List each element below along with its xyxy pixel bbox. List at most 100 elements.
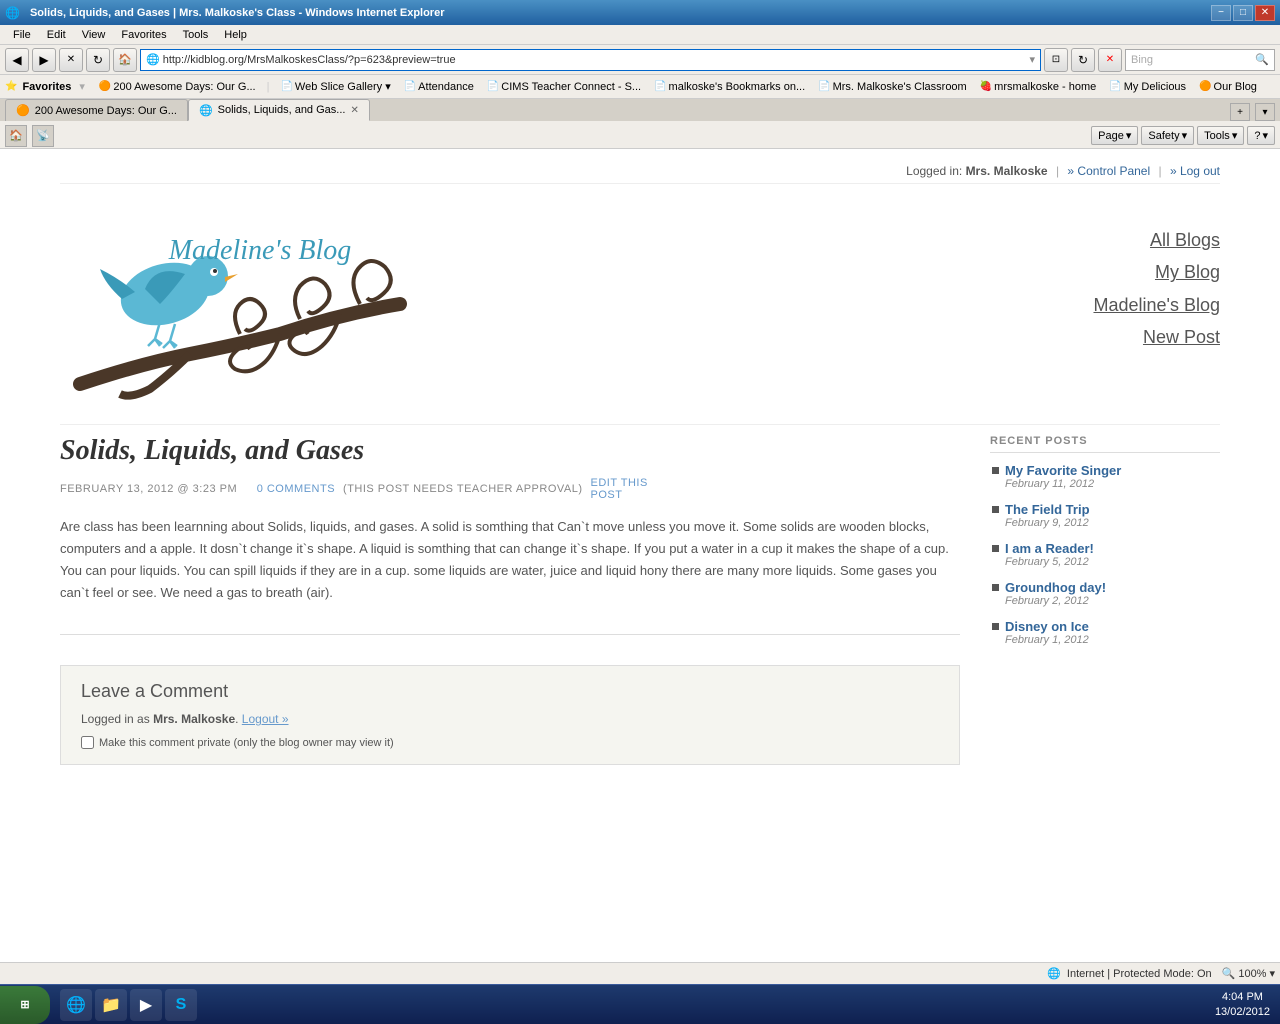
fav-web-slice[interactable]: 📄 Web Slice Gallery ▾ <box>276 77 394 97</box>
recent-post-date-1: February 9, 2012 <box>1005 517 1220 529</box>
minimize-button[interactable]: − <box>1211 5 1231 21</box>
tools-button[interactable]: Tools ▾ <box>1197 126 1244 145</box>
post-date: FEBRUARY 13, 2012 @ 3:23 PM <box>60 483 237 495</box>
recent-post-4: Disney on Ice February 1, 2012 <box>990 619 1220 646</box>
menu-help[interactable]: Help <box>216 25 255 44</box>
edit-post-link[interactable]: EDIT THISPOST <box>591 477 648 501</box>
address-dropdown-icon[interactable]: ▾ <box>1029 53 1035 66</box>
fav-bookmarks[interactable]: 📄 malkoske's Bookmarks on... <box>650 77 809 97</box>
page-button[interactable]: Page ▾ <box>1091 126 1138 145</box>
fav-awesome-days[interactable]: 🟠 200 Awesome Days: Our G... <box>95 77 260 97</box>
new-tab-button[interactable]: + <box>1230 103 1250 121</box>
taskbar: ⊞ 🌐 📁 ▶ S 4:04 PM 13/02/2012 <box>0 984 1280 1024</box>
search-bar[interactable]: Bing 🔍 <box>1125 49 1275 71</box>
safety-button[interactable]: Safety ▾ <box>1141 126 1194 145</box>
logged-in-username: Mrs. Malkoske <box>966 164 1048 178</box>
browser-window: 🌐 Solids, Liquids, and Gases | Mrs. Malk… <box>0 0 1280 984</box>
recent-post-link-0[interactable]: My Favorite Singer <box>1005 463 1220 478</box>
search-text: Bing <box>1131 54 1153 66</box>
recent-post-link-3[interactable]: Groundhog day! <box>1005 580 1220 595</box>
control-panel-link[interactable]: » Control Panel <box>1067 164 1150 178</box>
recent-post-link-1[interactable]: The Field Trip <box>1005 502 1220 517</box>
log-out-link[interactable]: » Log out <box>1170 164 1220 178</box>
comments-link[interactable]: 0 COMMENTS <box>257 483 335 495</box>
tab-label: 200 Awesome Days: Our G... <box>35 105 177 117</box>
comment-username: Mrs. Malkoske <box>153 712 235 726</box>
fav-my-delicious[interactable]: 📄 My Delicious <box>1105 77 1190 97</box>
refresh-button[interactable]: ↻ <box>86 48 110 72</box>
comment-section-title: Leave a Comment <box>81 681 939 702</box>
title-controls: − □ ✕ <box>1211 5 1275 21</box>
zoom-control[interactable]: 🔍 100% ▾ <box>1222 967 1275 980</box>
address-text: http://kidblog.org/MrsMalkoskesClass/?p=… <box>163 54 1025 66</box>
tab-icon: 🟠 <box>16 104 30 117</box>
nav-madelines-blog[interactable]: Madeline's Blog <box>1093 289 1220 321</box>
close-button[interactable]: ✕ <box>1255 5 1275 21</box>
comment-private-option: Make this comment private (only the blog… <box>81 736 939 749</box>
logout-link[interactable]: Logout » <box>242 712 289 726</box>
menu-file[interactable]: File <box>5 25 39 44</box>
address-icon: 🌐 <box>146 53 160 66</box>
compatibility-button[interactable]: ⊡ <box>1044 48 1068 72</box>
fav-mrsmalkoske[interactable]: 🍓 mrsmalkoske - home <box>976 77 1101 97</box>
nav-new-post[interactable]: New Post <box>1093 321 1220 353</box>
menu-view[interactable]: View <box>74 25 114 44</box>
recent-post-link-2[interactable]: I am a Reader! <box>1005 541 1220 556</box>
blog-main: Solids, Liquids, and Gases FEBRUARY 13, … <box>60 425 1220 775</box>
private-checkbox[interactable] <box>81 736 94 749</box>
start-button[interactable]: ⊞ <box>0 986 50 1024</box>
feeds-icon[interactable]: 📡 <box>32 125 54 147</box>
tab-icon: 🌐 <box>199 104 213 117</box>
tab-awesome-days[interactable]: 🟠 200 Awesome Days: Our G... <box>5 99 188 121</box>
toolbar-row: 🏠 📡 Page ▾ Safety ▾ Tools ▾ ? ▾ <box>0 123 1280 149</box>
globe-icon: 🌐 <box>1047 968 1061 980</box>
blog-header: Madeline's Blog All Blogs My Blog Madeli… <box>60 194 1220 425</box>
recent-post-date-0: February 11, 2012 <box>1005 478 1220 490</box>
zoom-dropdown-icon: ▾ <box>1269 967 1275 980</box>
bullet-icon <box>992 545 999 552</box>
stop-button2[interactable]: ✕ <box>1098 48 1122 72</box>
post-meta: FEBRUARY 13, 2012 @ 3:23 PM 0 COMMENTS (… <box>60 477 960 501</box>
tab-solids[interactable]: 🌐 Solids, Liquids, and Gas... ✕ <box>188 99 370 121</box>
taskbar-folder-icon[interactable]: 📁 <box>95 989 127 1021</box>
back-button[interactable]: ◀ <box>5 48 29 72</box>
time-display: 4:04 PM <box>1215 990 1270 1004</box>
internet-status: 🌐 Internet | Protected Mode: On <box>1047 967 1211 980</box>
fav-cims[interactable]: 📄 CIMS Teacher Connect - S... <box>483 77 645 97</box>
fav-attendance[interactable]: 📄 Attendance <box>400 77 478 97</box>
bullet-icon <box>992 506 999 513</box>
taskbar-ie-icon[interactable]: 🌐 <box>60 989 92 1021</box>
taskbar-media-icon[interactable]: ▶ <box>130 989 162 1021</box>
refresh-button2[interactable]: ↻ <box>1071 48 1095 72</box>
maximize-button[interactable]: □ <box>1233 5 1253 21</box>
nav-my-blog[interactable]: My Blog <box>1093 256 1220 288</box>
taskbar-skype-icon[interactable]: S <box>165 989 197 1021</box>
recent-post-3: Groundhog day! February 2, 2012 <box>990 580 1220 607</box>
home-toolbar-icon[interactable]: 🏠 <box>5 125 27 147</box>
post-title: Solids, Liquids, and Gases <box>60 435 960 467</box>
tab-scroll-button[interactable]: ▾ <box>1255 103 1275 121</box>
nav-all-blogs[interactable]: All Blogs <box>1093 224 1220 256</box>
menu-edit[interactable]: Edit <box>39 25 74 44</box>
fav-classroom[interactable]: 📄 Mrs. Malkoske's Classroom <box>814 77 971 97</box>
menu-tools[interactable]: Tools <box>175 25 217 44</box>
home-button[interactable]: 🏠 <box>113 48 137 72</box>
recent-post-date-3: February 2, 2012 <box>1005 595 1220 607</box>
windows-logo: ⊞ <box>20 998 29 1011</box>
recent-post-link-4[interactable]: Disney on Ice <box>1005 619 1220 634</box>
help-button[interactable]: ? ▾ <box>1247 126 1275 145</box>
taskbar-icons: 🌐 📁 ▶ S <box>55 989 202 1021</box>
favorites-label: Favorites <box>22 81 71 93</box>
comment-login-info: Logged in as Mrs. Malkoske. Logout » <box>81 712 939 726</box>
tab-close-button[interactable]: ✕ <box>350 105 358 116</box>
recent-post-1: The Field Trip February 9, 2012 <box>990 502 1220 529</box>
forward-button[interactable]: ▶ <box>32 48 56 72</box>
search-icon[interactable]: 🔍 <box>1255 53 1269 66</box>
bullet-icon <box>992 467 999 474</box>
address-bar[interactable]: 🌐 http://kidblog.org/MrsMalkoskesClass/?… <box>140 49 1041 71</box>
fav-our-blog[interactable]: 🟠 Our Blog <box>1195 77 1261 97</box>
blog-banner-svg: Madeline's Blog <box>60 204 440 404</box>
menu-favorites[interactable]: Favorites <box>113 25 174 44</box>
tab-controls: + ▾ <box>1230 103 1275 121</box>
stop-button[interactable]: ✕ <box>59 48 83 72</box>
